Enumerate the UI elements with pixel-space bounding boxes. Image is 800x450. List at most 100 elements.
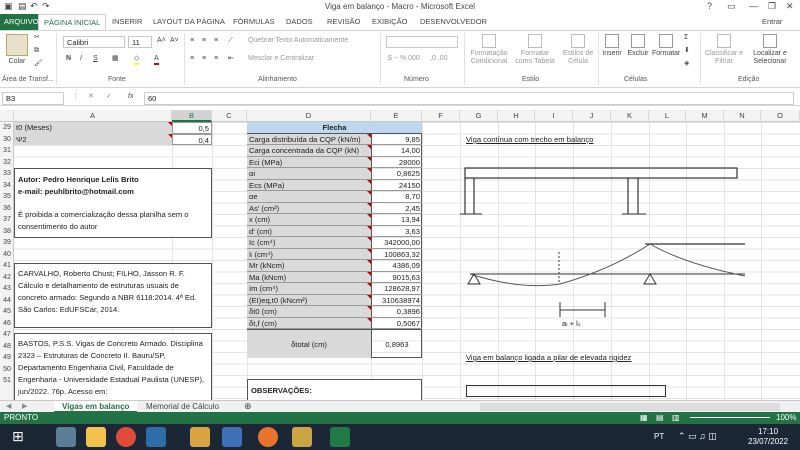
row-header[interactable]: 29 bbox=[0, 124, 14, 131]
row-header[interactable]: 35 bbox=[0, 193, 14, 200]
formula-input[interactable]: 60 bbox=[144, 92, 794, 105]
cell-b30[interactable]: 0,4 bbox=[172, 133, 212, 145]
app-icon[interactable] bbox=[146, 427, 166, 447]
column-header[interactable]: O bbox=[761, 110, 800, 122]
row-header[interactable]: 48 bbox=[0, 343, 14, 350]
flecha-value[interactable]: 128628,97 bbox=[371, 283, 422, 295]
flecha-total-label[interactable]: δtotal (cm) bbox=[247, 329, 371, 358]
column-header[interactable]: I bbox=[535, 110, 573, 122]
row-header[interactable]: 42 bbox=[0, 274, 14, 281]
row-header[interactable]: 51 bbox=[0, 377, 14, 384]
align-right-icon[interactable]: ≡ bbox=[214, 55, 218, 63]
clock-date[interactable]: 23/07/2022 bbox=[748, 437, 788, 446]
flecha-value[interactable]: 28000 bbox=[371, 156, 422, 168]
enter-icon[interactable]: ✓ bbox=[106, 93, 112, 101]
flecha-value[interactable]: 8,70 bbox=[371, 191, 422, 203]
format-painter-icon[interactable]: 🖌 bbox=[34, 60, 43, 68]
flecha-value[interactable]: 0,5067 bbox=[371, 317, 422, 329]
column-header[interactable]: K bbox=[611, 110, 649, 122]
italic-button[interactable]: I bbox=[80, 55, 82, 63]
fill-color-icon[interactable]: ◇ bbox=[134, 55, 140, 65]
row-header[interactable]: 49 bbox=[0, 354, 14, 361]
prev-sheet-icon[interactable]: ◀ bbox=[6, 403, 11, 411]
flecha-value[interactable]: 9015,63 bbox=[371, 271, 422, 283]
flecha-label[interactable]: Eci (MPa) bbox=[247, 156, 371, 168]
flecha-label[interactable]: Carga concentrada da CQP (kN) bbox=[247, 145, 371, 157]
select-all-corner[interactable] bbox=[0, 110, 14, 122]
conditional-format-button[interactable]: Formatação Condicional bbox=[468, 34, 510, 66]
align-center-icon[interactable]: ≡ bbox=[202, 55, 206, 63]
name-box-dropdown-icon[interactable]: ⋮ bbox=[72, 93, 79, 101]
start-icon[interactable]: ⊞ bbox=[12, 428, 24, 445]
flecha-label[interactable]: As' (cm²) bbox=[247, 202, 371, 214]
flecha-label[interactable]: Iₗ (cm⁴) bbox=[247, 248, 371, 260]
flecha-value[interactable]: 100863,32 bbox=[371, 248, 422, 260]
name-box[interactable]: B3 bbox=[2, 92, 64, 105]
tray-icons[interactable]: ⌃ ▭ ♫ ◫ bbox=[678, 431, 717, 442]
insert-function-button[interactable]: fx bbox=[128, 93, 133, 101]
flecha-label[interactable]: δt0 (cm) bbox=[247, 306, 371, 318]
flecha-value[interactable]: 24150 bbox=[371, 179, 422, 191]
flecha-label[interactable]: Im (cm⁴) bbox=[247, 283, 371, 295]
row-header[interactable]: 45 bbox=[0, 308, 14, 315]
sheet-tab[interactable]: Memorial de Cálculo bbox=[146, 402, 219, 411]
paste-icon[interactable] bbox=[6, 34, 28, 56]
redo-icon[interactable]: ↷ bbox=[42, 1, 50, 12]
worksheet-grid[interactable]: t0 (Meses) 0,5 Ψ2 0,4 Autor: Pedro Henri… bbox=[14, 122, 800, 400]
row-header[interactable]: 34 bbox=[0, 182, 14, 189]
align-middle-icon[interactable]: ≡ bbox=[202, 37, 206, 45]
cell-styles-button[interactable]: Estilos de Célula bbox=[562, 34, 594, 66]
clock-time[interactable]: 17:10 bbox=[758, 427, 778, 436]
delete-cells-button[interactable]: Excluir bbox=[626, 34, 650, 58]
find-select-button[interactable]: Localizar e Selecionar bbox=[746, 34, 794, 66]
format-cells-button[interactable]: Formatar bbox=[652, 34, 680, 58]
row-header[interactable]: 41 bbox=[0, 262, 14, 269]
orientation-icon[interactable]: ⟋ bbox=[228, 37, 233, 45]
language-indicator[interactable]: PT bbox=[654, 432, 664, 441]
horizontal-scrollbar[interactable] bbox=[480, 403, 780, 411]
close-button[interactable]: ✕ bbox=[786, 1, 794, 12]
cell-a30[interactable]: Ψ2 bbox=[14, 133, 172, 145]
increase-font-icon[interactable]: A˄ bbox=[157, 37, 166, 45]
flecha-value[interactable]: 310638974 bbox=[371, 294, 422, 306]
flecha-value[interactable]: 9,85 bbox=[371, 133, 422, 145]
column-header[interactable]: H bbox=[498, 110, 535, 122]
flecha-label[interactable]: αe bbox=[247, 191, 371, 203]
sign-in-link[interactable]: Entrar bbox=[762, 17, 782, 26]
column-header[interactable]: M bbox=[686, 110, 724, 122]
column-header[interactable]: B bbox=[172, 110, 212, 122]
app-icon[interactable] bbox=[222, 427, 242, 447]
row-header[interactable]: 30 bbox=[0, 136, 14, 143]
flecha-label[interactable]: Ecs (MPa) bbox=[247, 179, 371, 191]
font-size-select[interactable]: 11 bbox=[128, 36, 152, 48]
bold-button[interactable]: N bbox=[66, 55, 71, 63]
column-header[interactable]: N bbox=[724, 110, 761, 122]
flecha-label[interactable]: (EI)eq,t0 (kNcm²) bbox=[247, 294, 371, 306]
file-explorer-icon[interactable] bbox=[86, 427, 106, 447]
app-icon[interactable] bbox=[190, 427, 210, 447]
zoom-level[interactable]: 100% bbox=[776, 413, 796, 422]
row-header[interactable]: 32 bbox=[0, 159, 14, 166]
flecha-label[interactable]: Carga distribuída da CQP (kN/m) bbox=[247, 133, 371, 145]
cut-icon[interactable]: ✂ bbox=[34, 34, 40, 42]
save-icon[interactable]: ▤ bbox=[18, 1, 27, 12]
insert-cells-button[interactable]: Inserir bbox=[600, 34, 624, 58]
flecha-label[interactable]: x (cm) bbox=[247, 214, 371, 226]
align-left-icon[interactable]: ≡ bbox=[190, 55, 194, 63]
task-view-icon[interactable] bbox=[56, 427, 76, 447]
tab-review[interactable]: REVISÃO bbox=[327, 17, 360, 26]
row-header[interactable]: 33 bbox=[0, 170, 14, 177]
column-header[interactable]: G bbox=[460, 110, 498, 122]
tab-insert[interactable]: INSERIR bbox=[112, 17, 142, 26]
merge-center-button[interactable]: Mesclar e Centralizar bbox=[248, 55, 314, 63]
tab-page-layout[interactable]: LAYOUT DA PÁGINA bbox=[153, 17, 225, 26]
next-sheet-icon[interactable]: ▶ bbox=[22, 403, 27, 411]
row-header[interactable]: 38 bbox=[0, 228, 14, 235]
flecha-value[interactable]: 0,8625 bbox=[371, 168, 422, 180]
borders-icon[interactable]: ▦ bbox=[112, 55, 119, 63]
align-top-icon[interactable]: ≡ bbox=[190, 37, 194, 45]
decimal-buttons[interactable]: ,0 ,00 bbox=[430, 55, 448, 63]
column-header[interactable]: E bbox=[371, 110, 422, 122]
flecha-label[interactable]: d' (cm) bbox=[247, 225, 371, 237]
autosum-icon[interactable]: Σ bbox=[684, 34, 688, 42]
